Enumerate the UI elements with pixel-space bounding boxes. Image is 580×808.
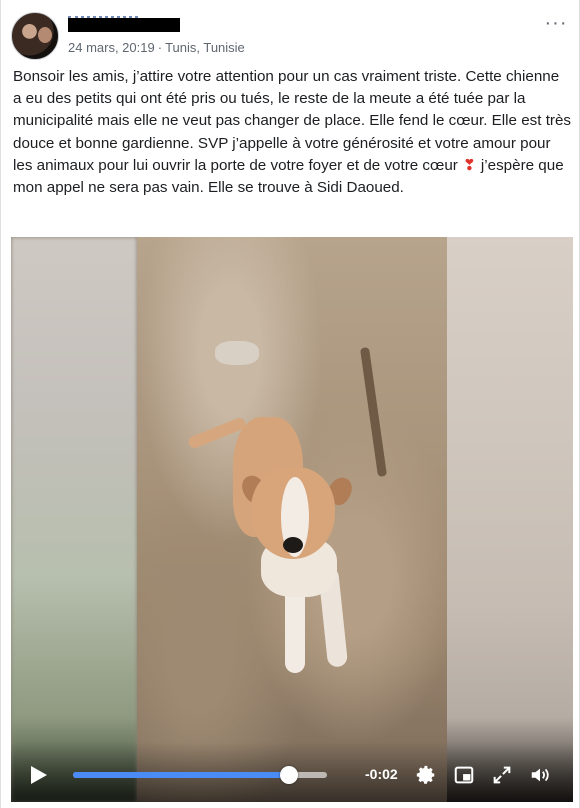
picture-in-picture-icon[interactable] bbox=[453, 764, 475, 786]
video-controls: -0:02 bbox=[11, 742, 573, 802]
avatar-face bbox=[38, 27, 52, 43]
settings-icon[interactable] bbox=[415, 764, 437, 786]
avatar[interactable] bbox=[11, 12, 59, 60]
post-location[interactable]: Tunis, Tunisie bbox=[165, 40, 245, 55]
heart-emoji-icon: ❣ bbox=[463, 156, 476, 174]
fullscreen-icon[interactable] bbox=[491, 764, 513, 786]
post-text: Bonsoir les amis, j’attire votre attenti… bbox=[13, 66, 571, 199]
progress-fill bbox=[73, 772, 289, 778]
author-name-redacted[interactable] bbox=[68, 18, 180, 32]
progress-bar[interactable] bbox=[73, 766, 327, 784]
video-blur-right bbox=[447, 237, 573, 802]
progress-knob[interactable] bbox=[279, 766, 298, 784]
video-blur-left bbox=[11, 237, 137, 802]
play-icon[interactable] bbox=[31, 766, 47, 784]
dog-nose bbox=[283, 537, 303, 553]
post-meta: 24 mars, 20:19 · Tunis, Tunisie bbox=[68, 40, 245, 55]
post-header: 24 mars, 20:19 · Tunis, Tunisie ··· bbox=[11, 12, 571, 62]
time-remaining: -0:02 bbox=[365, 766, 398, 782]
post-card: 24 mars, 20:19 · Tunis, Tunisie ··· Bonsoi… bbox=[0, 0, 580, 808]
post-date[interactable]: 24 mars, 20:19 bbox=[68, 40, 155, 55]
video-rock bbox=[215, 341, 259, 365]
video-player[interactable]: -0:02 bbox=[11, 237, 573, 802]
volume-icon[interactable] bbox=[529, 764, 551, 786]
meta-separator: · bbox=[157, 40, 163, 55]
more-options-icon[interactable]: ··· bbox=[543, 12, 569, 38]
